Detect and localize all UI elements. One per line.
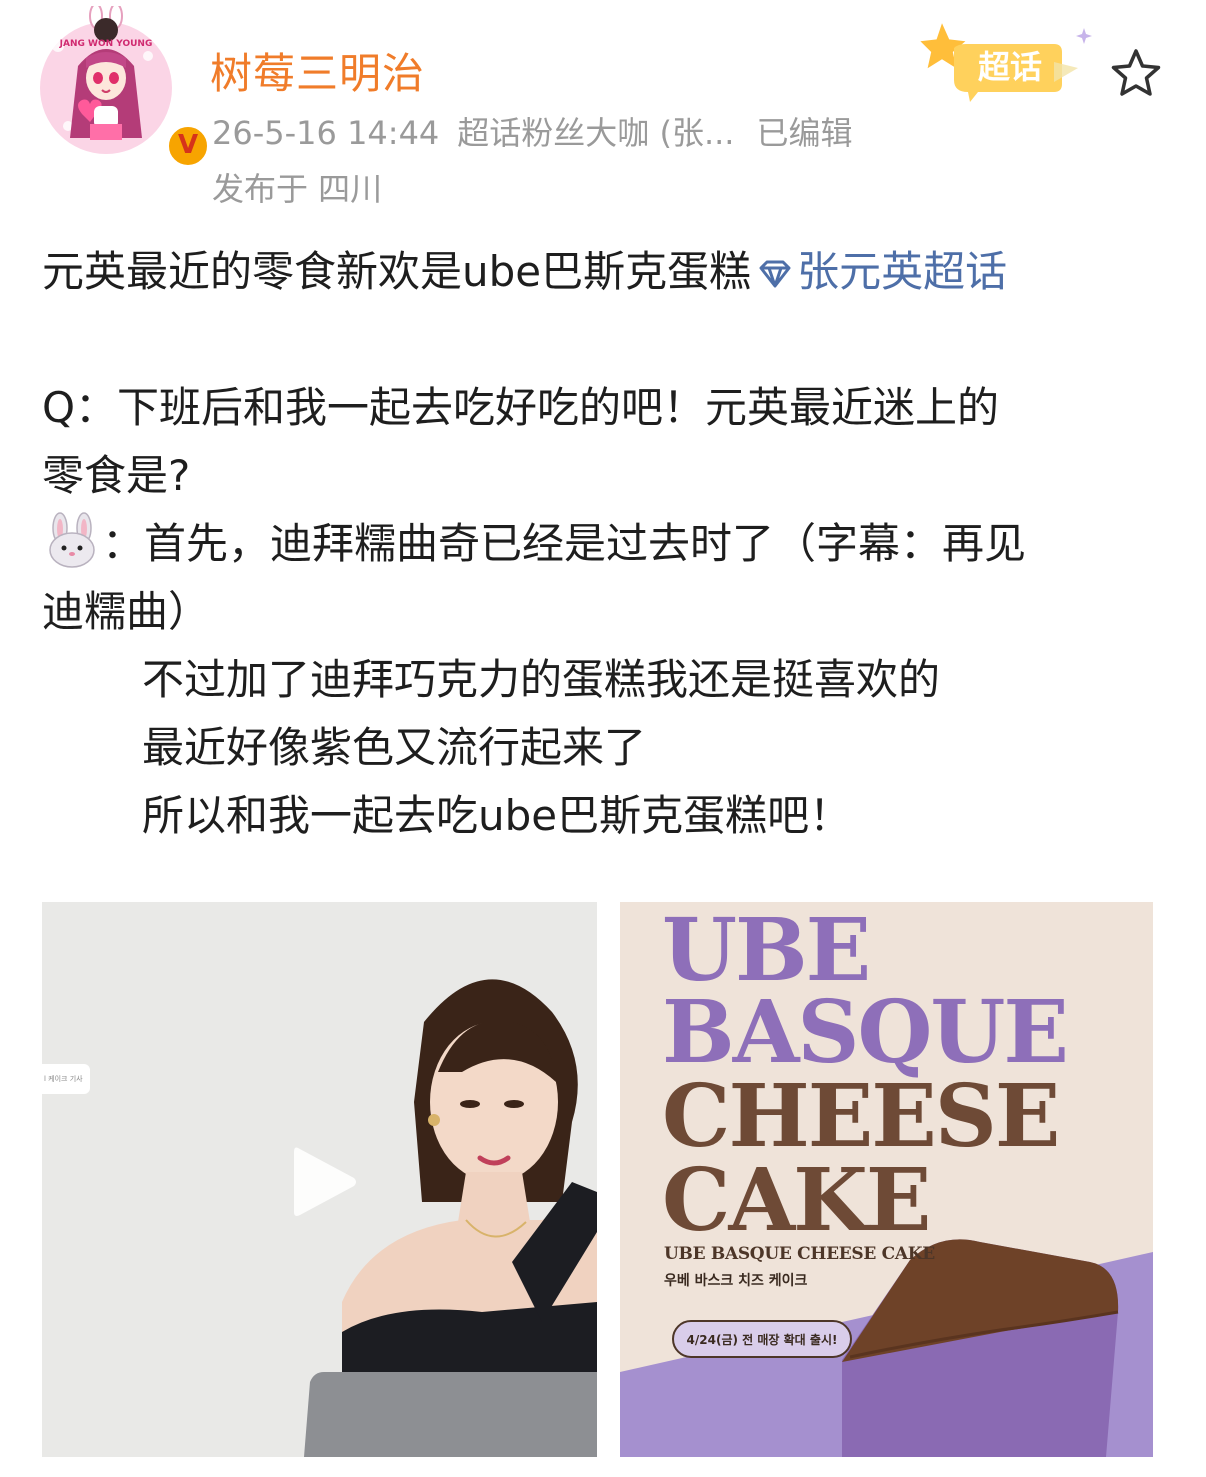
favorite-button[interactable]	[1108, 46, 1164, 102]
answer-line: ：首先，迪拜糯曲奇已经是过去时了（字幕：再见	[42, 510, 1172, 578]
supertopic-tag-label: 超话	[978, 48, 1042, 86]
question-line: 零食是?	[42, 451, 191, 500]
answer-text: ：首先，迪拜糯曲奇已经是过去时了（字幕：再见	[102, 519, 1027, 568]
post-location: 发布于 四川	[212, 170, 383, 208]
answer-line: 迪糯曲）	[42, 587, 211, 636]
fan-title[interactable]: 超话粉丝大咖 (张...	[457, 114, 734, 152]
supertopic-badge-icon: 超话	[920, 23, 1092, 102]
topic-link-label: 张元英超话	[797, 247, 1008, 296]
post-line-text: 元英最近的零食新欢是ube巴斯克蛋糕	[42, 247, 752, 296]
post-line: 元英最近的零食新欢是ube巴斯克蛋糕 张元英超话	[42, 238, 1172, 306]
author-name[interactable]: 树莓三明治	[210, 40, 425, 101]
avatar-image: JANG WON YOUNG	[40, 6, 172, 154]
poster-subtitle: UBE BASQUE CHEESE CAKE	[664, 1244, 935, 1264]
poster-title-line: BASQUE	[662, 982, 1069, 1083]
poster-title-line: CHEESE	[662, 1066, 1060, 1167]
topic-link[interactable]: 张元英超话	[751, 247, 1007, 296]
poster-korean-subtitle: 우베 바스크 치즈 케이크	[664, 1273, 808, 1289]
author-avatar[interactable]: JANG WON YOUNG V	[38, 6, 210, 168]
video-overlay-label: l 케이크 기사	[42, 1064, 90, 1094]
poster-release-badge: 4/24(금) 전 매장 확대 출시!	[672, 1320, 852, 1358]
verified-badge-icon: V	[166, 124, 210, 168]
post-timestamp: 26-5-16 14:44	[212, 114, 440, 152]
post-meta: 26-5-16 14:44 超话粉丝大咖 (张... 已编辑	[212, 108, 870, 154]
play-icon[interactable]	[288, 1140, 360, 1224]
weibo-post: JANG WON YOUNG V 树莓三明治 26-5-16 14:44 超话粉丝…	[0, 0, 1206, 1477]
rabbit-emoji-icon	[49, 512, 95, 568]
answer-line: 不过加了迪拜巧克力的蛋糕我还是挺喜欢的	[142, 655, 941, 704]
diamond-icon	[759, 260, 791, 287]
answer-line: 所以和我一起去吃ube巴斯克蛋糕吧！	[142, 791, 852, 840]
video-thumbnail[interactable]: l 케이크 기사	[42, 902, 597, 1457]
supertopic-badge[interactable]: 超话	[918, 14, 1104, 106]
question-line: Q：下班后和我一起去吃好吃的吧！元英最近迷上的	[42, 383, 1000, 432]
answer-line: 最近好像紫色又流行起来了	[142, 723, 647, 772]
poster-image[interactable]: UBE BASQUE CHEESE CAKE UBE BASQUE CHEESE…	[620, 902, 1153, 1457]
post-body: 元英最近的零食新欢是ube巴斯克蛋糕 张元英超话 Q：下班后和我一起去吃好吃的吧！…	[42, 238, 1172, 850]
star-icon	[1111, 49, 1161, 96]
edited-label[interactable]: 已编辑	[756, 114, 852, 152]
poster-title-line: CAKE	[662, 1150, 931, 1251]
avatar-text: JANG WON YOUNG	[59, 39, 153, 49]
